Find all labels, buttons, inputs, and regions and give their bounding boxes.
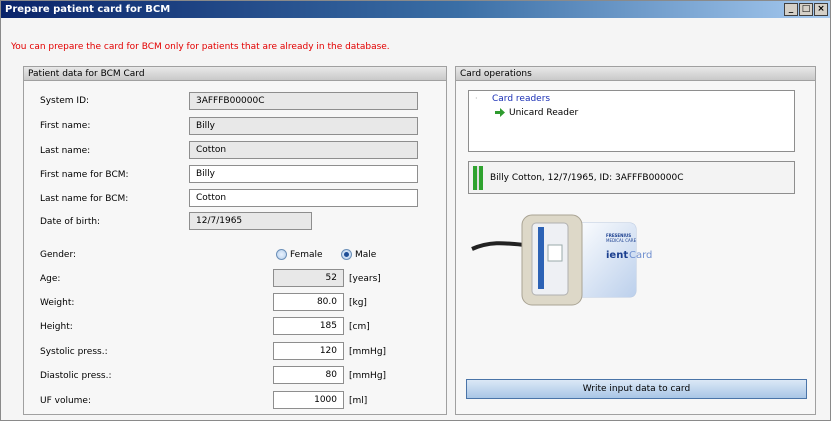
last-name-bcm-input[interactable]: Cotton	[189, 189, 418, 207]
diastolic-input[interactable]: 80	[273, 366, 344, 384]
last-name-label: Last name:	[40, 146, 91, 156]
diastolic-unit: [mmHg]	[349, 371, 387, 381]
tree-item-unicard-reader[interactable]: Unicard Reader	[509, 108, 578, 118]
diastolic-label: Diastolic press.:	[40, 371, 112, 381]
patient-data-panel-title: Patient data for BCM Card	[24, 67, 446, 81]
height-unit: [cm]	[349, 322, 370, 332]
male-radio[interactable]	[341, 249, 352, 260]
card-status-box: Billy Cotton, 12/7/1965, ID: 3AFFFB00000…	[468, 161, 795, 194]
first-name-bcm-label: First name for BCM:	[40, 170, 129, 180]
dob-field: 12/7/1965	[189, 212, 312, 230]
age-field: 52	[273, 269, 344, 287]
notice-text: You can prepare the card for BCM only fo…	[11, 42, 390, 52]
height-input[interactable]: 185	[273, 317, 344, 335]
card-name-light: Card	[629, 250, 653, 261]
card-operations-panel: Card operations · Card readers Unicard R…	[455, 66, 816, 415]
uf-volume-label: UF volume:	[40, 396, 91, 406]
first-name-bcm-input[interactable]: Billy	[189, 165, 418, 183]
uf-volume-unit: [ml]	[349, 396, 368, 406]
systolic-input[interactable]: 120	[273, 342, 344, 360]
first-name-label: First name:	[40, 121, 91, 131]
dialog-window: Prepare patient card for BCM _ □ × You c…	[0, 0, 831, 421]
close-button[interactable]: ×	[814, 3, 828, 16]
write-input-data-button[interactable]: Write input data to card	[466, 379, 807, 399]
height-label: Height:	[40, 322, 73, 332]
weight-unit: [kg]	[349, 298, 367, 308]
systolic-unit: [mmHg]	[349, 347, 387, 357]
arrow-right-icon	[495, 108, 505, 120]
uf-volume-input[interactable]: 1000	[273, 391, 344, 409]
first-name-field: Billy	[189, 117, 418, 135]
status-indicator-icon	[473, 166, 483, 190]
weight-label: Weight:	[40, 298, 75, 308]
age-unit: [years]	[349, 274, 381, 284]
dob-label: Date of birth:	[40, 217, 101, 227]
card-name-bold: ient	[606, 250, 629, 261]
window-title: Prepare patient card for BCM	[5, 4, 171, 15]
title-bar: Prepare patient card for BCM	[1, 1, 830, 18]
female-radio-label[interactable]: Female	[290, 250, 323, 260]
patient-data-panel: Patient data for BCM Card System ID: 3AF…	[23, 66, 447, 415]
card-brand-line2: MEDICAL CARE	[606, 238, 637, 243]
age-label: Age:	[40, 274, 61, 284]
tree-root-card-readers[interactable]: Card readers	[492, 94, 550, 104]
male-radio-label[interactable]: Male	[355, 250, 376, 260]
card-status-text: Billy Cotton, 12/7/1965, ID: 3AFFFB00000…	[490, 173, 684, 183]
tree-dot-icon: ·	[475, 94, 478, 103]
female-radio[interactable]	[276, 249, 287, 260]
minimize-button[interactable]: _	[784, 3, 798, 16]
last-name-field: Cotton	[189, 141, 418, 159]
weight-input[interactable]: 80.0	[273, 293, 344, 311]
card-operations-panel-title: Card operations	[456, 67, 815, 81]
maximize-button[interactable]: □	[799, 3, 813, 16]
system-id-field: 3AFFFB00000C	[189, 92, 418, 110]
last-name-bcm-label: Last name for BCM:	[40, 194, 129, 204]
gender-label: Gender:	[40, 250, 77, 260]
card-readers-tree[interactable]: · Card readers Unicard Reader	[468, 90, 795, 152]
systolic-label: Systolic press.:	[40, 347, 108, 357]
system-id-label: System ID:	[40, 96, 90, 106]
